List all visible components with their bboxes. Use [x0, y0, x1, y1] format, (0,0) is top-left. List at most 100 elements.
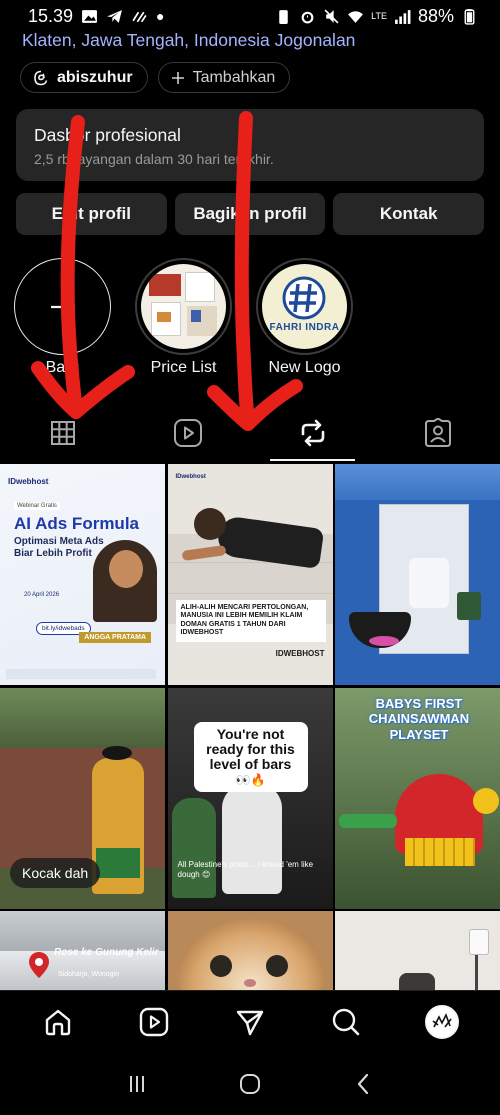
post-caption: ALIH-ALIH MENCARI PERTOLONGAN, MANUSIA I…: [175, 600, 326, 642]
post-tag: IDWEBHOST: [275, 649, 325, 658]
add-link-label: Tambahkan: [192, 68, 276, 86]
recent-apps-button[interactable]: [117, 1064, 157, 1104]
highlight-new[interactable]: Baru: [14, 258, 111, 377]
post-thumbnail[interactable]: Rose ke Gunung Kelir Sidoharjo, Wonogiri: [0, 911, 165, 1001]
post-footer: [6, 669, 156, 679]
highlight-price-list[interactable]: Price List: [135, 258, 232, 377]
yellow-gear: [473, 787, 499, 814]
reposts-icon: [301, 419, 324, 447]
dashboard-title: Dasbor profesional: [34, 125, 181, 145]
post-brand: IDwebhost: [8, 477, 49, 486]
post-thumbnail[interactable]: Kocak dah: [0, 687, 165, 909]
wifi-icon: [348, 10, 364, 23]
post-caption: All Palestine's poets... I knead 'em lik…: [177, 859, 314, 879]
tab-reels[interactable]: [125, 405, 250, 461]
post-thumbnail[interactable]: [335, 464, 500, 685]
volte-label: LTE: [371, 11, 387, 21]
highlight-label: Baru: [45, 359, 80, 376]
profile-location-link[interactable]: Klaten, Jawa Tengah, Indonesia Jogonalan: [22, 30, 355, 51]
location-pin-icon: [29, 952, 49, 978]
home-system-button[interactable]: [230, 1064, 270, 1104]
back-button[interactable]: [343, 1064, 383, 1104]
professional-dashboard-card[interactable]: Dasbor profesional 2,5 rb tayangan dalam…: [16, 109, 484, 181]
post-thumbnail[interactable]: [335, 911, 500, 1001]
gallery-notification-icon: [82, 9, 97, 23]
messages-button[interactable]: [220, 992, 280, 1052]
post-thumbnail[interactable]: IDwebhost Webinar Gratis AI Ads Formula …: [0, 464, 165, 685]
mute-icon: [324, 9, 339, 23]
tab-reposts[interactable]: [250, 405, 375, 461]
post-headline: BABYS FIRST CHAINSAWMAN PLAYSET: [368, 695, 470, 742]
speaker-face: [109, 550, 143, 588]
status-bar: 15.39 ● LTE 88%: [0, 0, 500, 32]
highlight-circle[interactable]: [135, 258, 232, 355]
post-tag: Webinar Gratis: [14, 502, 60, 510]
clock: 15.39: [28, 5, 74, 26]
reels-nav-button[interactable]: [124, 992, 184, 1052]
threads-chip[interactable]: abiszuhur: [20, 62, 148, 93]
post-title: AI Ads Formula: [14, 514, 139, 533]
reels-icon: [139, 1007, 169, 1036]
post-thumbnail[interactable]: BABYS FIRST CHAINSAWMAN PLAYSET: [335, 687, 500, 909]
profile-tabs: [0, 405, 500, 461]
dashboard-subtitle: 2,5 rb tayangan dalam 30 hari terakhir.: [34, 151, 274, 167]
post-thumbnail[interactable]: IDwebhost ALIH-ALIH MENCARI PERTOLONGAN,…: [167, 464, 333, 685]
tarp-roof: [335, 464, 500, 500]
back-chevron-icon: [358, 1073, 369, 1094]
contact-button[interactable]: Kontak: [333, 193, 485, 235]
bottom-navigation: [0, 990, 500, 1052]
green-bin: [457, 592, 481, 620]
grid-icon: [50, 421, 75, 445]
cat-nose: [243, 979, 256, 987]
highlight-label: New Logo: [268, 359, 341, 376]
share-profile-button[interactable]: Bagikan profil: [174, 193, 326, 235]
home-circle-icon: [239, 1073, 260, 1094]
speaker-name: ANGGA PRATAMA: [79, 632, 151, 643]
pink-bowl: [369, 636, 399, 646]
home-button[interactable]: [28, 992, 88, 1052]
avatar: [425, 1004, 459, 1039]
edit-profile-button[interactable]: Edit profil: [16, 193, 167, 235]
post-brand: IDwebhost: [175, 474, 206, 480]
profile-chips: abiszuhur Tambahkan: [20, 62, 291, 93]
green-sarong: [96, 847, 140, 878]
new-highlight-circle[interactable]: [14, 258, 111, 355]
toilet: [409, 558, 449, 608]
avatar-sketch-icon: [432, 1012, 452, 1027]
plus-icon: [171, 71, 184, 84]
profile-action-buttons: Edit profil Bagikan profil Kontak: [16, 193, 485, 235]
new-logo-thumbnail: FAHRI INDRA: [262, 264, 347, 349]
story-highlights: Baru Price List FAHRI INDRA New Logo: [14, 258, 353, 377]
recents-icon: [129, 1075, 144, 1092]
dot-notification-icon: ●: [156, 8, 165, 24]
add-link-chip[interactable]: Tambahkan: [157, 62, 291, 93]
green-arm: [339, 813, 397, 828]
cat-eye-left: [209, 955, 232, 977]
alarm-icon: [301, 11, 314, 23]
highlight-label: Price List: [150, 359, 217, 376]
plus-icon: [50, 294, 75, 319]
headline-emoji: 👀🔥: [235, 772, 266, 787]
person-hat: [102, 745, 132, 760]
yellow-teeth: [405, 837, 475, 866]
overlay-caption: Kocak dah: [10, 857, 101, 888]
tab-posts[interactable]: [0, 405, 125, 461]
battery-percent: 88%: [417, 5, 454, 26]
system-navigation: [0, 1052, 500, 1115]
profile-button[interactable]: [412, 992, 472, 1052]
highlight-new-logo[interactable]: FAHRI INDRA New Logo: [256, 258, 353, 377]
search-button[interactable]: [316, 992, 376, 1052]
battery-saver-icon: [279, 9, 288, 24]
post-thumbnail[interactable]: You're not ready for this level of bars …: [167, 687, 333, 909]
threads-handle: abiszuhur: [57, 68, 133, 86]
cat-fur: [177, 919, 324, 1001]
post-date: 20 April 2026: [24, 592, 60, 598]
send-icon: [236, 1010, 264, 1035]
headline-text: You're not ready for this level of bars: [206, 725, 295, 773]
post-thumbnail[interactable]: [167, 911, 333, 1001]
battery-icon: [464, 8, 475, 25]
threads-icon: [34, 70, 48, 85]
highlight-circle[interactable]: FAHRI INDRA: [256, 258, 353, 355]
hashtag-logo-icon: [282, 276, 326, 320]
tab-tagged[interactable]: [375, 405, 500, 461]
